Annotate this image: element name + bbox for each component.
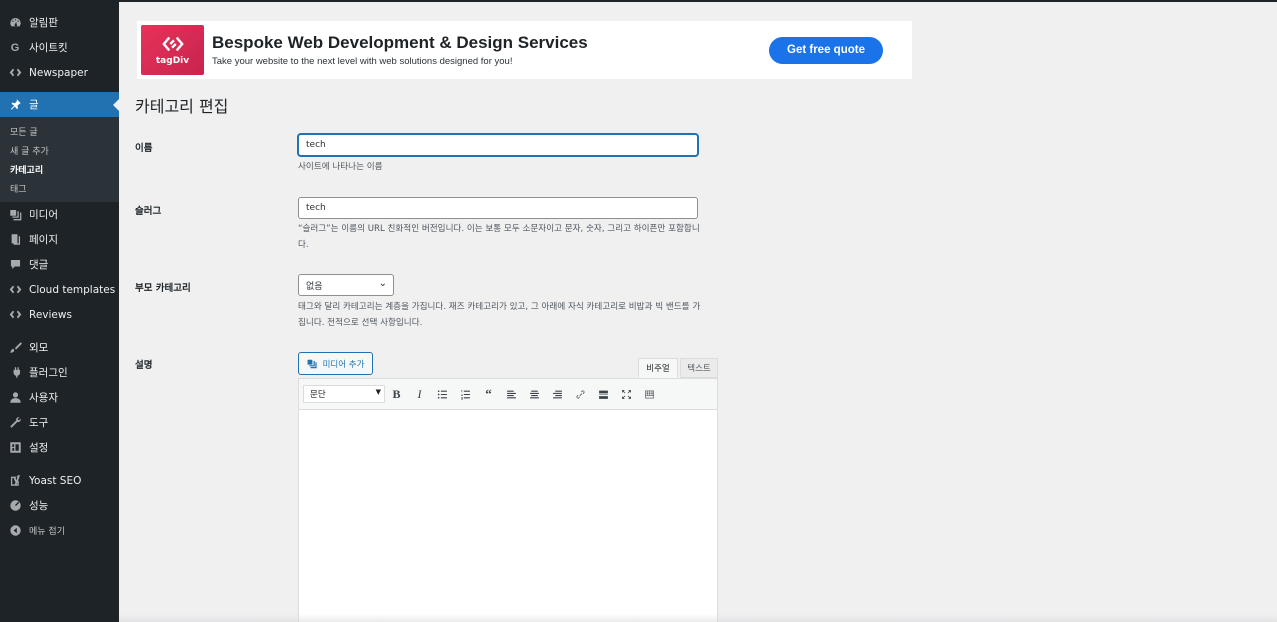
- format-select[interactable]: 문단 ▼: [303, 385, 385, 403]
- align-right-icon[interactable]: [546, 389, 569, 400]
- description-label: 설명: [135, 360, 153, 371]
- toolbar-toggle-icon[interactable]: [638, 389, 661, 400]
- numbered-list-icon[interactable]: [454, 389, 477, 400]
- align-center-icon[interactable]: [523, 389, 546, 400]
- bullet-list-icon[interactable]: [431, 389, 454, 400]
- read-more-icon[interactable]: [592, 389, 615, 400]
- parent-category-label: 부모 카테고리: [135, 283, 191, 294]
- tagdiv-icon: [8, 66, 22, 80]
- comment-icon: [8, 258, 22, 272]
- link-icon[interactable]: [569, 389, 592, 400]
- wrench-icon: [8, 416, 22, 430]
- sidebar-item-media[interactable]: 미디어: [0, 202, 119, 227]
- parent-category-description: 태그와 달리 카테고리는 계층을 가집니다. 재즈 카테고리가 있고, 그 아래…: [298, 302, 701, 328]
- blockquote-icon[interactable]: “: [477, 386, 500, 402]
- plugin-icon: [8, 366, 22, 380]
- collapse-menu-button[interactable]: 메뉴 접기: [0, 518, 119, 543]
- description-editor: 문단 ▼ B I “: [298, 378, 718, 622]
- tagdiv-logo-icon: [161, 36, 184, 52]
- performance-icon: [8, 499, 22, 513]
- slug-label: 슬러그: [135, 206, 162, 217]
- submenu-all-posts[interactable]: 모든 글: [0, 122, 119, 141]
- admin-sidebar: 알림판 G 사이트킷 Newspaper 글 모든 글 새 글 추가 카테고리 …: [0, 0, 119, 622]
- page-icon: [8, 233, 22, 247]
- collapse-icon: [8, 524, 22, 538]
- editor-toolbar: 문단 ▼ B I “: [299, 379, 717, 410]
- sidebar-item-sitekit[interactable]: G 사이트킷: [0, 35, 119, 60]
- sidebar-item-reviews[interactable]: Reviews: [0, 302, 119, 327]
- banner-subtitle: Take your website to the next level with…: [212, 56, 513, 67]
- add-media-button[interactable]: 미디어 추가: [298, 352, 373, 375]
- sidebar-item-tools[interactable]: 도구: [0, 410, 119, 435]
- bottom-shadow: [119, 614, 1277, 622]
- sidebar-item-cloud-templates[interactable]: Cloud templates: [0, 277, 119, 302]
- sidebar-item-appearance[interactable]: 외모: [0, 335, 119, 360]
- bold-icon[interactable]: B: [385, 387, 408, 402]
- sidebar-item-pages[interactable]: 페이지: [0, 227, 119, 252]
- name-description: 사이트에 나타나는 이름: [298, 162, 383, 172]
- tagdiv-logo: tagDiv: [141, 25, 204, 75]
- sidebar-item-posts[interactable]: 글: [0, 92, 119, 117]
- fullscreen-icon[interactable]: [615, 389, 638, 400]
- banner-title: Bespoke Web Development & Design Service…: [212, 33, 588, 52]
- name-label: 이름: [135, 143, 153, 154]
- sidebar-item-users[interactable]: 사용자: [0, 385, 119, 410]
- main-content: tagDiv Bespoke Web Development & Design …: [119, 2, 1277, 622]
- name-field[interactable]: tech: [298, 134, 698, 156]
- get-free-quote-button[interactable]: Get free quote: [769, 36, 883, 64]
- slug-description: “슬러그”는 이름의 URL 친화적인 버전입니다. 이는 보통 모두 소문자이…: [298, 224, 700, 250]
- submenu-categories[interactable]: 카테고리: [0, 160, 119, 179]
- sidebar-item-newspaper[interactable]: Newspaper: [0, 60, 119, 85]
- submenu-add-post[interactable]: 새 글 추가: [0, 141, 119, 160]
- posts-submenu: 모든 글 새 글 추가 카테고리 태그: [0, 117, 119, 202]
- user-icon: [8, 391, 22, 405]
- italic-icon[interactable]: I: [408, 387, 431, 402]
- sidebar-item-comments[interactable]: 댓글: [0, 252, 119, 277]
- tagdiv-icon: [8, 308, 22, 322]
- chevron-down-icon: ⌄: [378, 278, 387, 289]
- tab-text[interactable]: 텍스트: [680, 358, 718, 378]
- tab-visual[interactable]: 비주얼: [638, 358, 678, 378]
- sidebar-item-dashboard[interactable]: 알림판: [0, 10, 119, 35]
- brush-icon: [8, 341, 22, 355]
- media-icon: [8, 208, 22, 222]
- settings-icon: [8, 441, 22, 455]
- sidebar-item-performance[interactable]: 성능: [0, 493, 119, 518]
- page-title: 카테고리 편집: [135, 97, 229, 116]
- pin-icon: [8, 98, 22, 112]
- sidebar-item-plugins[interactable]: 플러그인: [0, 360, 119, 385]
- tagdiv-icon: [8, 283, 22, 297]
- dropdown-arrow-icon: ▼: [375, 388, 381, 396]
- slug-field[interactable]: tech: [298, 197, 698, 219]
- parent-category-select[interactable]: 없음 ⌄: [298, 274, 394, 296]
- promo-banner: tagDiv Bespoke Web Development & Design …: [137, 21, 912, 79]
- media-icon: [307, 359, 317, 368]
- yoast-icon: [8, 474, 22, 488]
- submenu-tags[interactable]: 태그: [0, 179, 119, 198]
- sidebar-item-settings[interactable]: 설정: [0, 435, 119, 460]
- align-left-icon[interactable]: [500, 389, 523, 400]
- sidebar-item-yoast[interactable]: Yoast SEO: [0, 468, 119, 493]
- sitekit-icon: G: [10, 41, 20, 54]
- dashboard-icon: [8, 16, 22, 30]
